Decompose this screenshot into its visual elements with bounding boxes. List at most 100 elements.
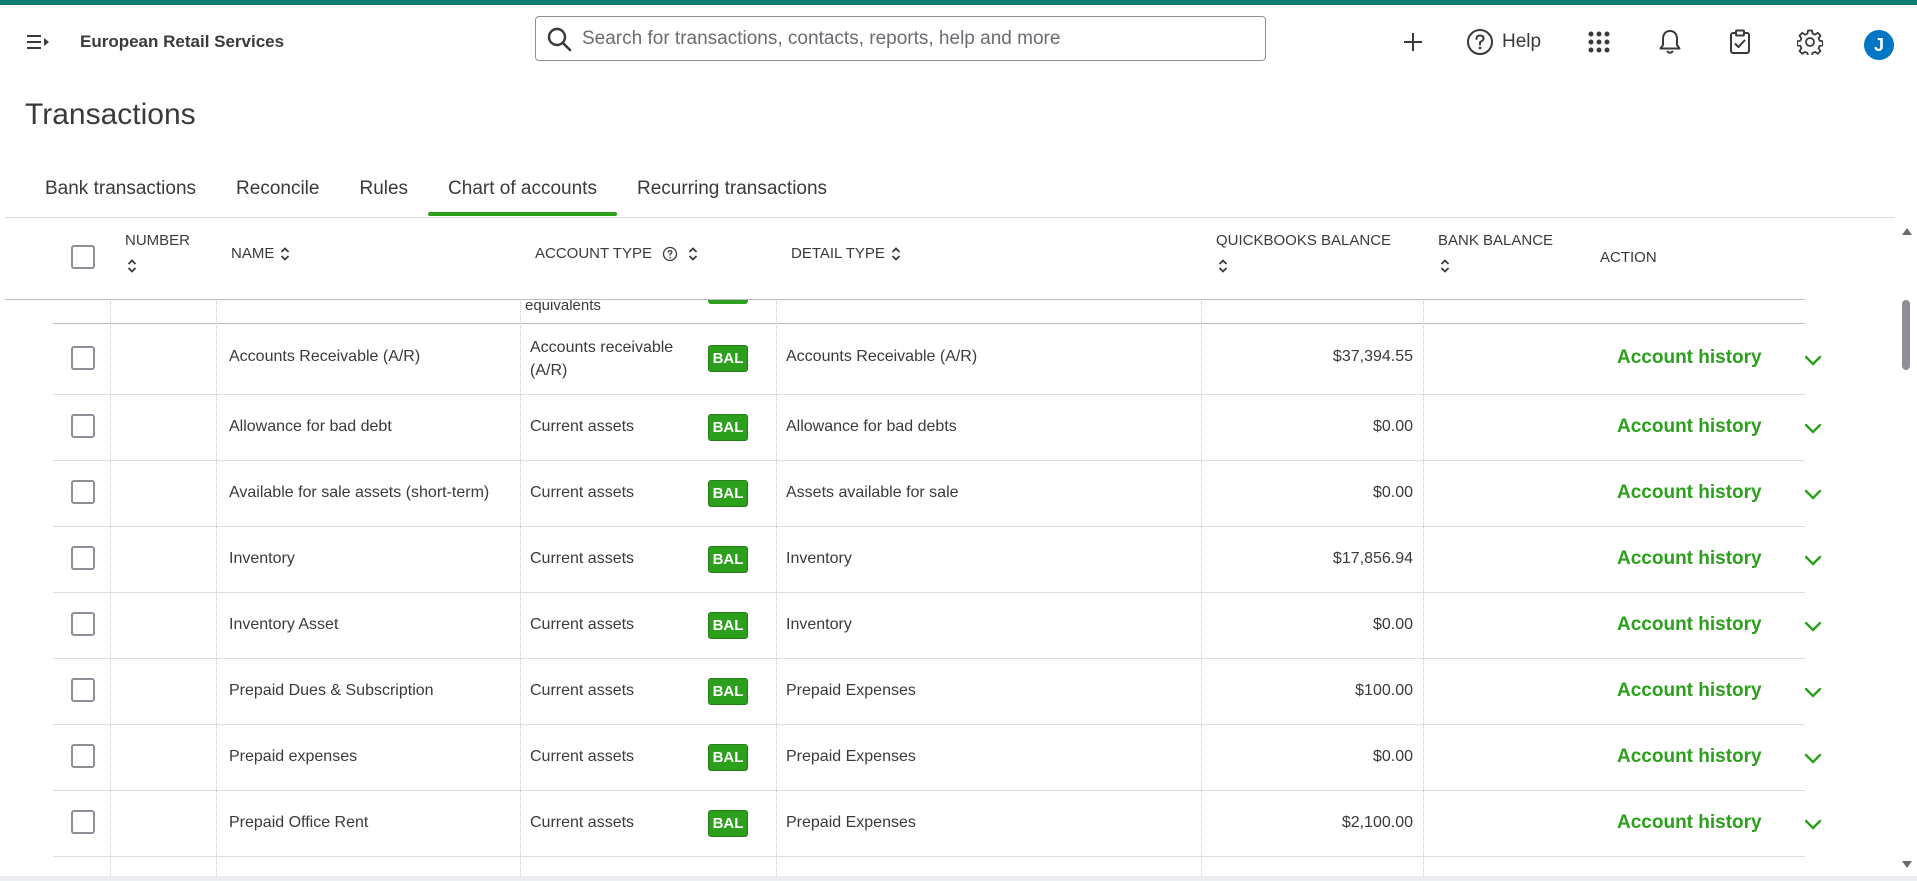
sort-icon[interactable] bbox=[1218, 258, 1228, 274]
cell-name[interactable]: Prepaid Office Rent bbox=[229, 814, 368, 832]
plus-icon[interactable] bbox=[1399, 28, 1427, 56]
help-button[interactable]: Help bbox=[1466, 28, 1541, 56]
cell-name[interactable]: Inventory bbox=[229, 550, 295, 568]
tab-rules[interactable]: Rules bbox=[339, 172, 428, 216]
cell-name[interactable]: Prepaid expenses bbox=[229, 748, 357, 766]
tab-bank-transactions[interactable]: Bank transactions bbox=[25, 172, 216, 216]
sort-icon[interactable] bbox=[891, 246, 901, 262]
account-history-link[interactable]: Account history bbox=[1617, 746, 1762, 768]
chevron-down-icon[interactable] bbox=[1802, 681, 1824, 703]
account-history-link[interactable]: Account history bbox=[1617, 680, 1762, 702]
row-checkbox[interactable] bbox=[71, 810, 95, 834]
gear-icon[interactable] bbox=[1796, 28, 1824, 56]
cell-quickbooks-balance: $17,856.94 bbox=[1332, 550, 1413, 567]
sort-icon[interactable] bbox=[127, 258, 137, 274]
cell-account-type: Current assets bbox=[530, 616, 635, 633]
cell-name[interactable]: Accounts Receivable (A/R) bbox=[229, 348, 420, 366]
column-header-number[interactable]: NUMBER bbox=[115, 218, 221, 300]
column-label-account-type: ACCOUNT TYPE bbox=[535, 245, 652, 262]
table-row: Prepaid Dues & Subscription Current asse… bbox=[53, 659, 1822, 725]
help-icon bbox=[1467, 29, 1493, 55]
column-label-name: NAME bbox=[231, 245, 275, 262]
cell-account-type: Current assets bbox=[530, 682, 635, 699]
column-label-number: NUMBER bbox=[125, 232, 191, 249]
column-label-bank-balance: BANK BALANCE bbox=[1438, 232, 1554, 249]
tab-chart-of-accounts[interactable]: Chart of accounts bbox=[428, 172, 617, 216]
table-row: Prepaid expenses Current assets BAL Prep… bbox=[53, 725, 1822, 791]
menu-icon[interactable] bbox=[26, 31, 50, 53]
bal-badge bbox=[708, 300, 748, 304]
cell-detail-type: Allowance for bad debts bbox=[786, 418, 957, 435]
row-checkbox[interactable] bbox=[71, 480, 95, 504]
chevron-down-icon[interactable] bbox=[1802, 483, 1824, 505]
cell-account-type: Current assets bbox=[530, 814, 635, 831]
row-checkbox[interactable] bbox=[71, 546, 95, 570]
column-header-bank-balance[interactable]: BANK BALANCE bbox=[1428, 218, 1590, 300]
cell-quickbooks-balance: $0.00 bbox=[1372, 748, 1413, 765]
avatar[interactable]: J bbox=[1864, 30, 1894, 60]
account-history-link[interactable]: Account history bbox=[1617, 614, 1762, 636]
clipboard-icon[interactable] bbox=[1726, 28, 1754, 56]
chevron-down-icon[interactable] bbox=[1802, 813, 1824, 835]
chevron-down-icon[interactable] bbox=[1802, 349, 1824, 371]
bal-badge: BAL bbox=[708, 612, 748, 639]
table-scrollbar[interactable] bbox=[1897, 218, 1917, 878]
info-icon[interactable] bbox=[662, 246, 678, 262]
company-name[interactable]: European Retail Services bbox=[80, 32, 284, 52]
table-row: Allowance for bad debt Current assets BA… bbox=[53, 395, 1822, 461]
scrollbar-thumb[interactable] bbox=[1902, 300, 1910, 370]
sort-icon[interactable] bbox=[280, 246, 290, 262]
bal-badge: BAL bbox=[708, 480, 748, 507]
column-header-name[interactable]: NAME bbox=[221, 218, 525, 300]
chevron-down-icon[interactable] bbox=[1802, 615, 1824, 637]
page-bottom-edge bbox=[0, 876, 1917, 881]
row-checkbox[interactable] bbox=[71, 414, 95, 438]
cell-name[interactable]: Allowance for bad debt bbox=[229, 418, 392, 436]
column-header-quickbooks-balance[interactable]: QUICKBOOKS BALANCE bbox=[1206, 218, 1428, 300]
account-history-link[interactable]: Account history bbox=[1617, 347, 1762, 369]
search-input[interactable] bbox=[582, 25, 1242, 53]
bell-icon[interactable] bbox=[1656, 28, 1684, 56]
cell-account-type: Accounts receivable (A/R) bbox=[530, 339, 674, 379]
sort-icon[interactable] bbox=[1440, 258, 1450, 274]
bal-badge: BAL bbox=[708, 810, 748, 837]
column-header-detail-type[interactable]: DETAIL TYPE bbox=[781, 218, 1206, 300]
column-header-account-type[interactable]: ACCOUNT TYPE bbox=[525, 218, 781, 300]
chevron-down-icon[interactable] bbox=[1802, 747, 1824, 769]
row-checkbox[interactable] bbox=[71, 678, 95, 702]
cell-detail-type: Prepaid Expenses bbox=[786, 682, 916, 699]
cell-account-type: Current assets bbox=[530, 550, 635, 567]
bal-badge: BAL bbox=[708, 414, 748, 441]
cell-quickbooks-balance: $0.00 bbox=[1372, 616, 1413, 633]
bal-badge: BAL bbox=[708, 678, 748, 705]
chevron-down-icon[interactable] bbox=[1802, 417, 1824, 439]
row-checkbox[interactable] bbox=[71, 612, 95, 636]
row-checkbox[interactable] bbox=[71, 346, 95, 370]
cell-detail-type: Assets available for sale bbox=[786, 484, 959, 501]
account-history-link[interactable]: Account history bbox=[1617, 482, 1762, 504]
scroll-up-arrow-icon[interactable] bbox=[1902, 228, 1912, 235]
sort-icon[interactable] bbox=[688, 246, 698, 262]
tab-reconcile[interactable]: Reconcile bbox=[216, 172, 339, 216]
bal-badge: BAL bbox=[708, 546, 748, 573]
apps-grid-icon[interactable] bbox=[1585, 28, 1613, 56]
cell-name[interactable]: Available for sale assets (short-term) bbox=[229, 484, 489, 502]
cell-quickbooks-balance: $0.00 bbox=[1372, 418, 1413, 435]
column-header-action: ACTION bbox=[1590, 218, 1805, 300]
cell-detail-type: Prepaid Expenses bbox=[786, 748, 916, 765]
account-history-link[interactable]: Account history bbox=[1617, 812, 1762, 834]
select-all-checkbox[interactable] bbox=[71, 245, 95, 269]
scroll-down-arrow-icon[interactable] bbox=[1902, 861, 1912, 868]
table-row: Available for sale assets (short-term) C… bbox=[53, 461, 1822, 527]
column-label-action: ACTION bbox=[1600, 249, 1657, 266]
row-checkbox[interactable] bbox=[71, 744, 95, 768]
cell-name[interactable]: Inventory Asset bbox=[229, 616, 338, 634]
column-label-detail-type: DETAIL TYPE bbox=[791, 245, 885, 262]
account-history-link[interactable]: Account history bbox=[1617, 548, 1762, 570]
global-search[interactable] bbox=[535, 16, 1266, 61]
column-label-quickbooks-balance: QUICKBOOKS BALANCE bbox=[1216, 232, 1392, 249]
cell-name[interactable]: Prepaid Dues & Subscription bbox=[229, 682, 434, 700]
tab-recurring-transactions[interactable]: Recurring transactions bbox=[617, 172, 847, 216]
account-history-link[interactable]: Account history bbox=[1617, 416, 1762, 438]
chevron-down-icon[interactable] bbox=[1802, 549, 1824, 571]
